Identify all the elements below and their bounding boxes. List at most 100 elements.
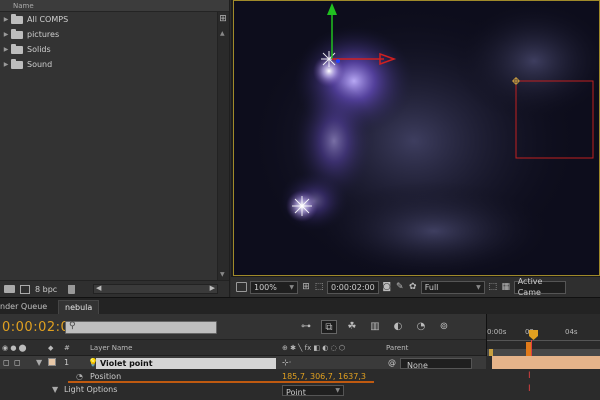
layer-column-header: ◉ ● ⬤ ◆ # Layer Name ⊕ ✱ ╲ fx ◧ ◐ ◌ ⬡ Pa… [0, 340, 486, 356]
zoom-value: 100% [254, 282, 277, 292]
new-composition-icon[interactable] [20, 284, 30, 294]
project-item-all-comps[interactable]: ▶ All COMPS [0, 12, 218, 27]
channel-rgb-icon[interactable]: ✿ [408, 282, 418, 292]
layer-number: 1 [64, 358, 70, 367]
bit-depth-button[interactable]: 8 bpc [35, 285, 57, 294]
comp-mini-flowchart-icon[interactable]: ⊶ [298, 320, 314, 334]
project-item-label: All COMPS [27, 15, 69, 24]
ruler-label-0: 0:00s [487, 328, 507, 336]
zoom-select[interactable]: 100% ▼ [250, 280, 298, 294]
layer-name[interactable]: Violet point [96, 358, 276, 369]
project-panel: Name ▶ All COMPS ▶ pictures ▶ Solids ▶ S… [0, 0, 230, 297]
folder-icon [11, 13, 23, 24]
folder-icon [11, 43, 23, 54]
property-row-light-options[interactable]: ▼ Light Options Point ▼ [0, 383, 486, 397]
project-item-sound[interactable]: ▶ Sound [0, 57, 218, 72]
project-item-pictures[interactable]: ▶ pictures [0, 27, 218, 42]
av-switches-header-icon: ◉ ● ⬤ [2, 344, 27, 352]
viewer-timecode[interactable]: 0:00:02:00 [327, 280, 379, 294]
switches-header-icon: ⊕ ✱ ╲ fx ◧ ◐ ◌ ⬡ [282, 344, 346, 352]
camera-select[interactable]: Active Came [513, 277, 566, 297]
keyframe-icon[interactable]: I [528, 371, 531, 381]
property-name: Position [90, 372, 122, 381]
expand-triangle-icon[interactable]: ▼ [36, 358, 42, 367]
timeline-switches: ⊶ ⧉ ☘ ▥ ◐ ◔ ⊚ [298, 320, 452, 334]
viewer-toolbar: 100% ▼ ⊞ ⬚ 0:00:02:00 ◙ ✎ ✿ Full ▼ ⬚ ▦ Act… [231, 276, 600, 297]
stopwatch-icon[interactable]: ◔ [76, 372, 83, 381]
project-horizontal-scrollbar[interactable]: ◀ ▶ [93, 284, 218, 294]
search-icon: ⚲ [69, 321, 76, 331]
resolution-select[interactable]: Full ▼ [420, 280, 485, 294]
draft-3d-icon[interactable]: ⧉ [321, 320, 337, 334]
always-preview-icon[interactable] [236, 282, 247, 292]
composition-viewer: 100% ▼ ⊞ ⬚ 0:00:02:00 ◙ ✎ ✿ Full ▼ ⬚ ▦ Act… [231, 0, 600, 297]
tab-render-queue[interactable]: nder Queue [0, 300, 53, 315]
project-column-name[interactable]: Name [0, 0, 229, 12]
light-type-value: Point [286, 388, 306, 397]
tab-nebula[interactable]: nebula [58, 300, 100, 315]
label-header-icon: ◆ [48, 344, 54, 352]
region-of-interest-icon[interactable]: ⬚ [488, 282, 498, 292]
show-snapshot-icon[interactable]: ✎ [395, 282, 405, 292]
keyframe-icon[interactable]: I [528, 384, 531, 394]
project-item-solids[interactable]: ▶ Solids [0, 42, 218, 57]
project-item-label: Sound [27, 60, 53, 69]
expand-triangle-icon[interactable]: ▼ [52, 385, 58, 394]
scroll-left-arrow-icon[interactable]: ◀ [96, 284, 101, 292]
position-value[interactable]: 185,7, 306,7, 1637,3 [282, 372, 366, 381]
grid-icon[interactable]: ⊞ [301, 282, 311, 292]
parent-value: None [407, 361, 428, 370]
snapshot-camera-icon[interactable]: ◙ [382, 282, 392, 292]
layer-search-input[interactable]: ⚲ [65, 321, 217, 334]
transparency-grid-icon[interactable]: ▦ [501, 282, 511, 292]
property-name: Light Options [64, 385, 118, 394]
nebula-render [234, 1, 599, 275]
scroll-up-arrow-icon[interactable]: ▲ [220, 30, 225, 37]
expand-triangle-icon[interactable]: ▶ [1, 61, 11, 68]
folder-icon [11, 28, 23, 39]
expand-triangle-icon[interactable]: ▶ [1, 31, 11, 38]
position-keyframe-underline [68, 381, 374, 383]
composition-canvas[interactable] [233, 0, 600, 276]
project-vertical-scrollbar[interactable]: ▲ ▼ [217, 12, 229, 280]
brainstorm-icon[interactable]: ⊚ [436, 320, 452, 334]
project-item-label: Solids [27, 45, 51, 54]
parent-column-header[interactable]: Parent [386, 344, 408, 352]
motion-blur-icon[interactable]: ◐ [390, 320, 406, 334]
layer-name-column-header[interactable]: Layer Name [90, 344, 132, 352]
scroll-down-arrow-icon[interactable]: ▼ [220, 271, 225, 278]
expand-triangle-icon[interactable]: ▶ [1, 46, 11, 53]
camera-value: Active Came [517, 277, 543, 297]
resolution-value: Full [424, 282, 439, 292]
project-tree: ▶ All COMPS ▶ pictures ▶ Solids ▶ Sound [0, 12, 218, 72]
ruler-ticks [487, 340, 600, 346]
new-folder-icon[interactable] [4, 285, 15, 293]
mask-visibility-icon[interactable]: ⬚ [314, 282, 324, 292]
layer-duration-bar[interactable] [492, 356, 600, 369]
scroll-right-arrow-icon[interactable]: ▶ [210, 284, 215, 292]
shy-switch-icon[interactable]: ⊹· [282, 358, 291, 367]
light-type-select[interactable]: Point ▼ [282, 385, 344, 397]
solo-toggle-icon[interactable]: ◻ [14, 358, 21, 367]
number-column-header: # [64, 344, 70, 352]
current-time-indicator[interactable] [529, 330, 538, 340]
ruler-label-4: 04s [565, 328, 578, 336]
project-item-label: pictures [27, 30, 60, 39]
project-footer: 8 bpc ◀ ▶ [0, 280, 229, 297]
graph-editor-icon[interactable]: ◔ [413, 320, 429, 334]
layer-row[interactable]: ◻ ◻ ▼ 1 💡 Violet point ⊹· @ None [0, 356, 486, 370]
chevron-down-icon: ▼ [335, 387, 340, 394]
shy-layers-icon[interactable]: ☘ [344, 320, 360, 334]
time-ruler[interactable]: 0:00s 02s 04s [486, 314, 600, 358]
trash-icon[interactable] [68, 284, 76, 294]
visibility-toggle-icon[interactable]: ◻ [3, 358, 10, 367]
frame-blending-icon[interactable]: ▥ [367, 320, 383, 334]
parent-pickwhip-icon[interactable]: @ [388, 358, 396, 367]
expand-triangle-icon[interactable]: ▶ [1, 16, 11, 23]
parent-select[interactable]: None [400, 358, 472, 370]
timeline-tab-bar: nder Queue nebula [0, 297, 600, 315]
folder-icon [11, 58, 23, 69]
label-color-swatch[interactable] [48, 358, 56, 366]
flowchart-icon[interactable]: ⊞ [218, 14, 228, 26]
chevron-down-icon: ▼ [289, 283, 294, 291]
